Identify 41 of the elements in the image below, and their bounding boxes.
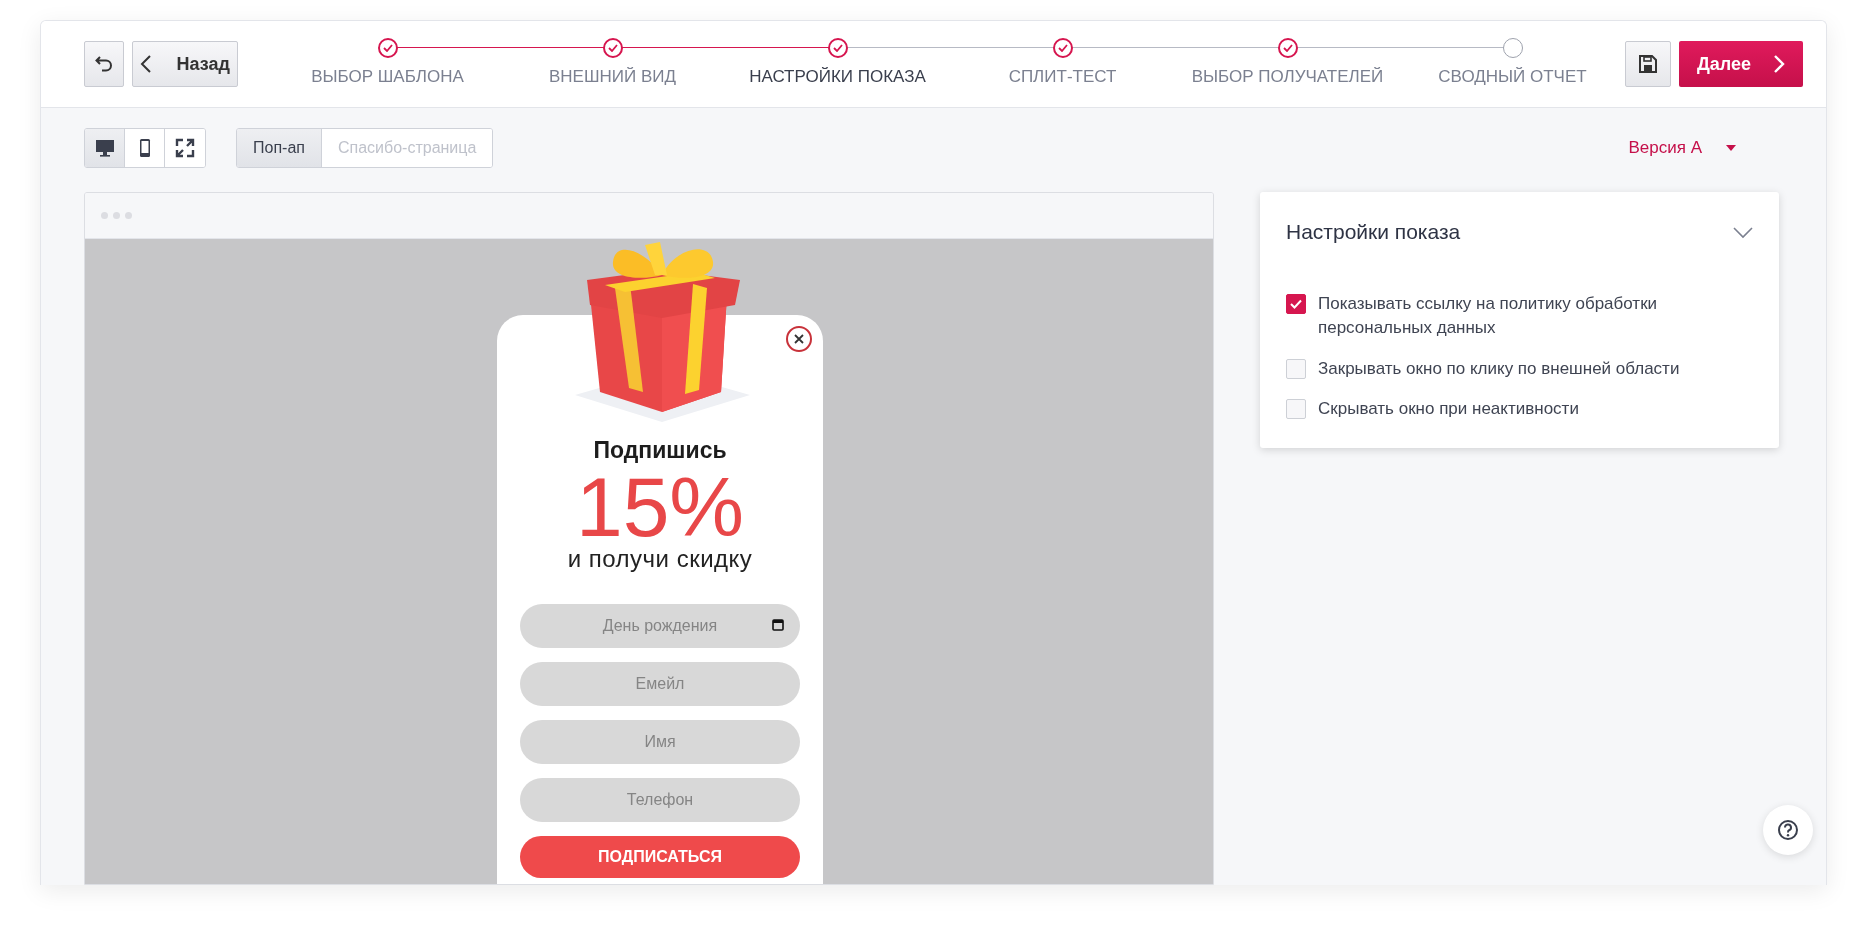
date-field[interactable]: День рождения xyxy=(520,603,800,648)
phone-icon xyxy=(138,138,151,158)
subscribe-button[interactable]: ПОДПИСАТЬСЯ xyxy=(520,835,800,878)
version-dropdown[interactable]: Версия А xyxy=(1628,135,1736,161)
checkbox[interactable] xyxy=(1286,293,1306,314)
undo-icon xyxy=(94,54,115,74)
save-button[interactable] xyxy=(1625,41,1671,87)
close-button[interactable] xyxy=(786,326,812,352)
close-icon xyxy=(794,334,804,344)
help-button[interactable] xyxy=(1763,805,1813,855)
next-button[interactable]: Далее xyxy=(1679,41,1803,87)
undo-button[interactable] xyxy=(84,41,125,87)
checkbox-label[interactable]: Показывать ссылку на политику обработки персональных данных xyxy=(1318,291,1753,341)
step-label[interactable]: СПЛИТ-ТЕСТ xyxy=(1008,64,1117,90)
checkbox-label[interactable]: Скрывать окно при неактивности xyxy=(1318,397,1579,423)
checkbox-label[interactable]: Закрывать окно по клику по внешней области xyxy=(1318,356,1680,382)
step-label[interactable]: СВОДНЫЙ ОТЧЕТ xyxy=(1438,64,1587,90)
window-dots-icon xyxy=(101,212,132,219)
chevron-icon xyxy=(1733,226,1753,239)
step-label[interactable]: НАСТРОЙКИ ПОКАЗА xyxy=(749,64,926,90)
popup-title: Подпишись xyxy=(593,436,727,465)
check-icon xyxy=(1290,298,1302,309)
input-field[interactable]: Телефон xyxy=(520,777,800,822)
step-label[interactable]: ВЫБОР ШАБЛОНА xyxy=(311,64,464,90)
discount-text: 15% xyxy=(575,469,745,546)
input-field[interactable]: Имя xyxy=(520,719,800,764)
expand-arrows-icon xyxy=(175,138,195,158)
caret-icon xyxy=(1726,145,1736,151)
panel-title: Настройки показа xyxy=(1286,219,1461,245)
popup-subtitle: и получи скидку xyxy=(567,545,753,574)
chevron-right-icon xyxy=(1773,54,1786,74)
step-label[interactable]: ВНЕШНИЙ ВИД xyxy=(548,64,676,90)
help-icon xyxy=(1777,819,1799,841)
chevron-left-icon xyxy=(140,54,153,74)
back-button[interactable]: Назад xyxy=(132,41,238,87)
view-tab[interactable]: Поп-ап xyxy=(237,129,322,167)
calendar-icon[interactable] xyxy=(772,617,784,631)
input-field[interactable]: Емейл xyxy=(520,661,800,706)
step-label[interactable]: ВЫБОР ПОЛУЧАТЕЛЕЙ xyxy=(1191,64,1384,90)
monitor-view-button[interactable] xyxy=(85,129,125,167)
monitor-icon xyxy=(94,139,115,157)
